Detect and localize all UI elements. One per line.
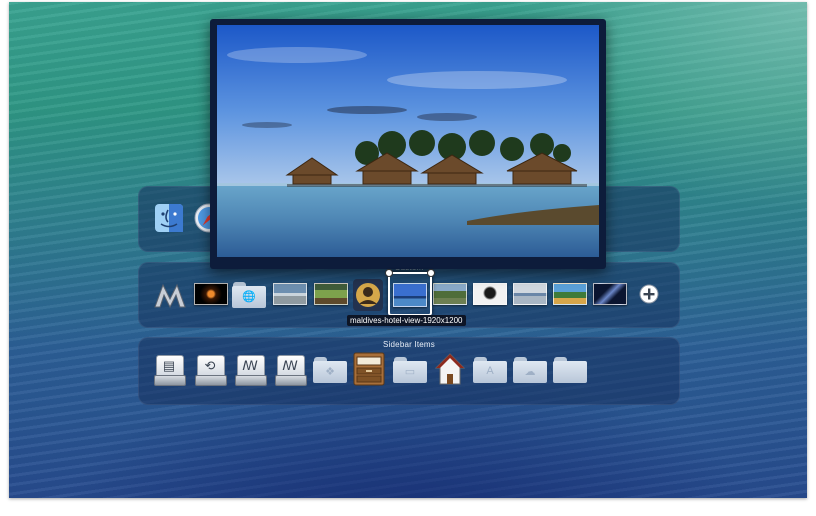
grass-wallpaper-thumbnail[interactable] xyxy=(314,283,348,305)
hard-drive-icon[interactable]: ▤ xyxy=(154,353,186,386)
network-drive-icon[interactable]: ꟿ xyxy=(275,353,307,386)
beach-wallpaper-thumbnail[interactable] xyxy=(273,283,307,305)
network-drive-icon[interactable]: ꟿ xyxy=(235,353,267,386)
selected-thumbnail-frame[interactable] xyxy=(385,269,435,316)
galaxy-wallpaper-thumbnail[interactable] xyxy=(593,283,627,305)
desktop-folder-icon[interactable]: ▭ xyxy=(393,357,427,383)
contact-photo-icon[interactable] xyxy=(353,279,383,311)
file-cabinet-icon[interactable] xyxy=(353,352,385,386)
dropbox-folder-icon[interactable]: ❖ xyxy=(313,357,347,383)
palm-wallpaper-thumbnail[interactable] xyxy=(473,283,507,305)
globe-folder-icon[interactable]: 🌐 xyxy=(232,282,266,308)
add-item-icon[interactable] xyxy=(639,284,659,304)
time-machine-drive-icon[interactable]: ⟲ xyxy=(195,353,227,386)
wallpaper-preview-window xyxy=(210,19,606,269)
black-hole-wallpaper-thumbnail[interactable] xyxy=(194,283,228,305)
shelf-sidebar-label: Sidebar Items xyxy=(383,340,435,349)
icloud-folder-icon[interactable]: ☁ xyxy=(513,357,547,383)
lake-wallpaper-thumbnail[interactable] xyxy=(553,283,587,305)
hovered-item-name-tooltip: maldives-hotel-view-1920x1200 xyxy=(347,315,466,326)
applications-folder-icon[interactable]: A xyxy=(473,357,507,383)
resize-handle-icon[interactable] xyxy=(427,269,435,277)
documents-folder-icon[interactable] xyxy=(553,357,587,383)
remove-handle-icon[interactable] xyxy=(385,269,393,277)
finder-icon[interactable] xyxy=(153,202,187,232)
home-icon[interactable] xyxy=(434,352,466,386)
mountain-wallpaper-thumbnail[interactable] xyxy=(433,283,467,305)
sunset-wallpaper-thumbnail[interactable] xyxy=(513,283,547,305)
m-logo-app-icon[interactable] xyxy=(153,281,187,311)
island-bungalows-photo xyxy=(217,25,599,257)
dock-shelf-sidebar-items: Sidebar Items ▤ ⟲ ꟿ ꟿ ❖ ▭ A ☁ xyxy=(138,337,680,405)
